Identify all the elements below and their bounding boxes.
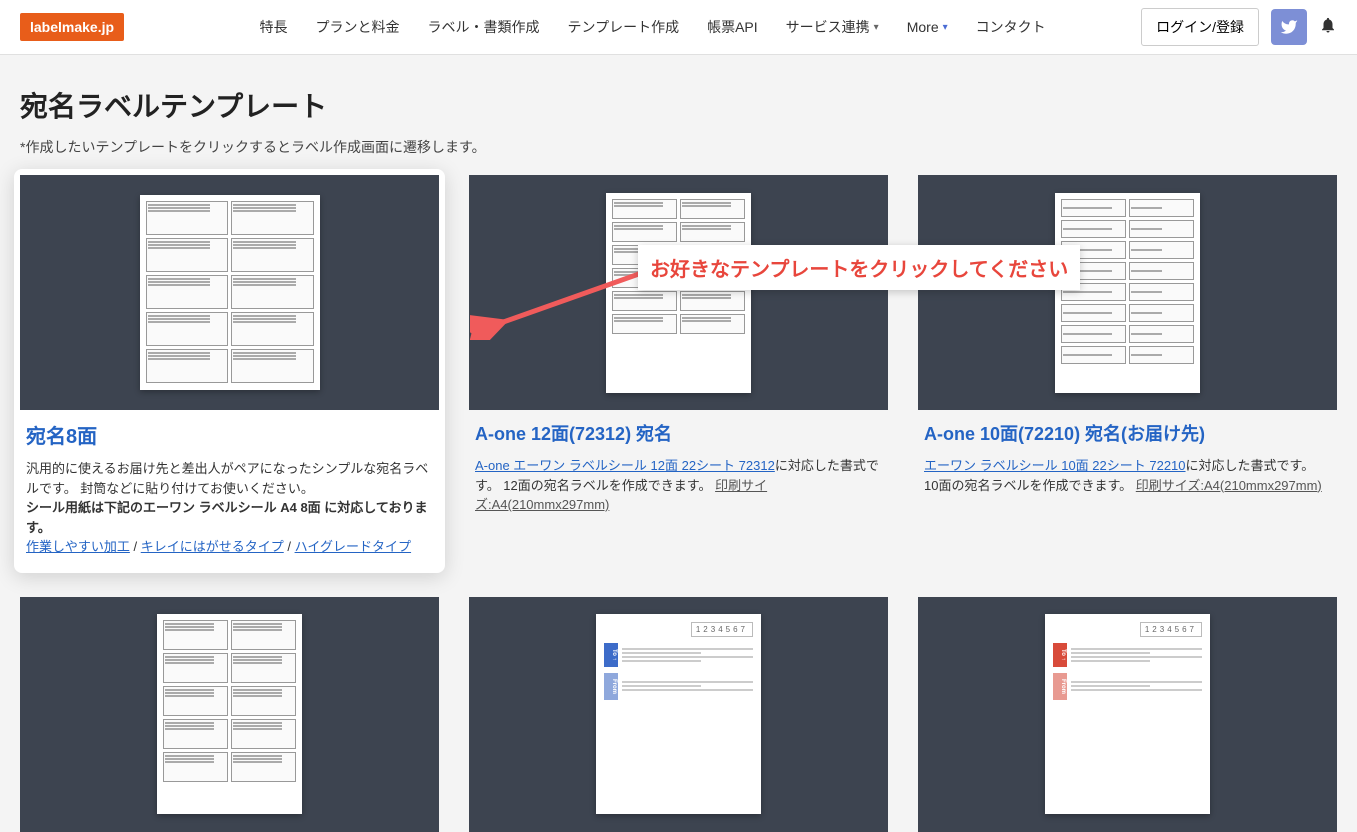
template-thumbnail: 1234567 To ↑ From bbox=[918, 597, 1337, 832]
nav-link-create-template[interactable]: テンプレート作成 bbox=[568, 17, 680, 37]
paper-link-1[interactable]: 作業しやすい加工 bbox=[26, 539, 130, 554]
template-desc: 汎用的に使えるお届け先と差出人がペアになったシンプルな宛名ラベルです。 封筒など… bbox=[26, 461, 428, 496]
template-thumbnail bbox=[20, 597, 439, 832]
template-title: A-one 10面(72210) 宛名(お届け先) bbox=[924, 420, 1331, 446]
nav-link-api[interactable]: 帳票API bbox=[707, 17, 758, 37]
nav-link-features[interactable]: 特長 bbox=[260, 17, 288, 37]
notifications-icon[interactable] bbox=[1319, 16, 1337, 39]
paper-link-2[interactable]: キレイにはがせるタイプ bbox=[141, 539, 284, 554]
print-size-link[interactable]: 印刷サイズ:A4(210mmx297mm) bbox=[1136, 478, 1322, 493]
template-card-aone-10[interactable]: A-one 10面(72210) 宛名(お届け先) エーワン ラベルシール 10… bbox=[918, 175, 1337, 567]
template-title: 宛名8面 bbox=[26, 420, 433, 449]
paper-link-3[interactable]: ハイグレードタイプ bbox=[295, 539, 411, 554]
login-button[interactable]: ログイン/登録 bbox=[1141, 8, 1259, 46]
template-card-atena-8[interactable]: 宛名8面 汎用的に使えるお届け先と差出人がペアになったシンプルな宛名ラベルです。… bbox=[14, 169, 445, 573]
nav-link-pricing[interactable]: プランと料金 bbox=[316, 17, 400, 37]
page-subtitle: *作成したいテンプレートをクリックするとラベル作成画面に遷移します。 bbox=[20, 137, 1337, 157]
template-card-row2-1[interactable] bbox=[20, 597, 439, 832]
nav-link-create-label[interactable]: ラベル・書類作成 bbox=[428, 17, 540, 37]
template-card-row2-2[interactable]: 1234567 To ↑ From bbox=[469, 597, 888, 832]
template-thumbnail bbox=[918, 175, 1337, 410]
product-link[interactable]: A-one エーワン ラベルシール 12面 22シート 72312 bbox=[475, 458, 775, 473]
nav-link-contact[interactable]: コンタクト bbox=[976, 17, 1046, 37]
template-thumbnail bbox=[469, 175, 888, 410]
chevron-down-icon: ▾ bbox=[943, 22, 948, 33]
chevron-down-icon: ▾ bbox=[874, 22, 879, 33]
to-tag: To ↑ bbox=[1053, 643, 1067, 667]
navbar: labelmake.jp 特長 プランと料金 ラベル・書類作成 テンプレート作成… bbox=[0, 0, 1357, 55]
product-link[interactable]: エーワン ラベルシール 10面 22シート 72210 bbox=[924, 458, 1186, 473]
twitter-icon bbox=[1280, 18, 1298, 36]
nav-link-services[interactable]: サービス連携▾ bbox=[786, 17, 879, 37]
tracking-number: 1234567 bbox=[691, 622, 753, 637]
from-tag: From bbox=[1053, 673, 1067, 700]
template-desc-bold: シール用紙は下記のエーワン ラベルシール A4 8面 に対応しております。 bbox=[26, 500, 428, 535]
from-tag: From bbox=[604, 673, 618, 700]
template-card-aone-12[interactable]: A-one 12面(72312) 宛名 A-one エーワン ラベルシール 12… bbox=[469, 175, 888, 567]
nav-link-more[interactable]: More▾ bbox=[907, 19, 948, 35]
to-tag: To ↑ bbox=[604, 643, 618, 667]
template-title: A-one 12面(72312) 宛名 bbox=[475, 420, 882, 446]
instruction-callout: お好きなテンプレートをクリックしてください bbox=[638, 245, 1080, 290]
template-card-row2-3[interactable]: 1234567 To ↑ From bbox=[918, 597, 1337, 832]
tracking-number: 1234567 bbox=[1140, 622, 1202, 637]
logo[interactable]: labelmake.jp bbox=[20, 13, 124, 41]
template-thumbnail bbox=[20, 175, 439, 410]
nav-links: 特長 プランと料金 ラベル・書類作成 テンプレート作成 帳票API サービス連携… bbox=[164, 17, 1141, 37]
template-thumbnail: 1234567 To ↑ From bbox=[469, 597, 888, 832]
twitter-button[interactable] bbox=[1271, 9, 1307, 45]
template-grid: お好きなテンプレートをクリックしてください 宛名8面 汎用的に使えるお届け先と差… bbox=[20, 175, 1337, 832]
page-title: 宛名ラベルテンプレート bbox=[20, 85, 1337, 125]
